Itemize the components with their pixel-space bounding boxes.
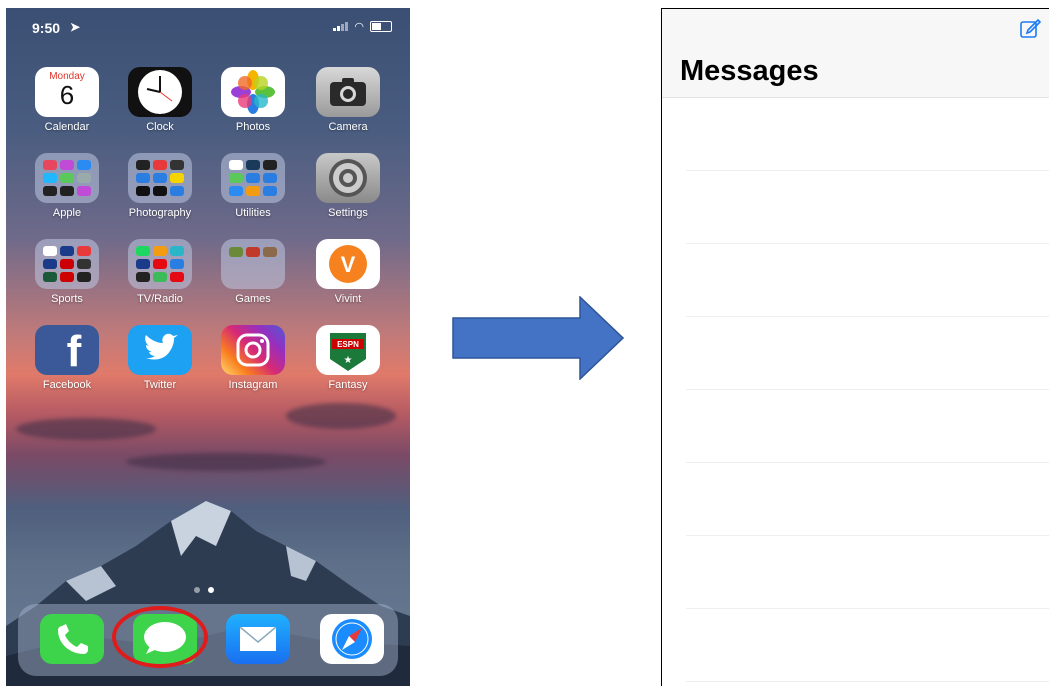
photos-icon [221, 67, 285, 117]
app-label: Facebook [42, 379, 92, 391]
cloud-shape [286, 403, 396, 429]
conversation-row[interactable] [686, 171, 1049, 244]
app-settings[interactable]: Settings [308, 153, 388, 219]
app-label: Utilities [235, 207, 271, 219]
conversation-row[interactable] [686, 609, 1049, 682]
app-label: Sports [51, 293, 83, 305]
espn-fantasy-icon: ESPN ★ [316, 325, 380, 375]
battery-icon [370, 21, 392, 32]
folder-icon [35, 239, 99, 289]
app-clock[interactable]: Clock [120, 67, 200, 133]
folder-icon [221, 239, 285, 289]
instagram-icon [221, 325, 285, 375]
phone-home-screen: 9:50 ➤ ◠ Monday 6 Calendar Clock Photos … [6, 8, 410, 686]
folder-icon [35, 153, 99, 203]
app-label: Instagram [228, 379, 278, 391]
dock [18, 604, 398, 676]
app-calendar[interactable]: Monday 6 Calendar [27, 67, 107, 133]
conversation-row[interactable] [686, 536, 1049, 609]
twitter-bird-icon [128, 325, 192, 375]
svg-text:★: ★ [344, 355, 353, 366]
messages-screen: Messages [661, 8, 1049, 686]
app-label: TV/Radio [137, 293, 183, 305]
app-photos[interactable]: Photos [213, 67, 293, 133]
app-instagram[interactable]: Instagram [213, 325, 293, 391]
svg-text:ESPN: ESPN [337, 340, 359, 349]
app-twitter[interactable]: Twitter [120, 325, 200, 391]
cloud-shape [16, 418, 156, 440]
app-fantasy[interactable]: ESPN ★ Fantasy [308, 325, 388, 391]
folder-sports[interactable]: Sports [27, 239, 107, 305]
page-dot-active [208, 587, 214, 593]
app-label: Vivint [334, 293, 362, 305]
conversation-row[interactable] [686, 244, 1049, 317]
app-label: Games [235, 293, 271, 305]
page-indicator[interactable] [194, 587, 214, 593]
app-label: Settings [328, 207, 368, 219]
facebook-icon: f [35, 325, 99, 375]
vivint-icon: V [316, 239, 380, 289]
folder-apple[interactable]: Apple [27, 153, 107, 219]
folder-photography[interactable]: Photography [120, 153, 200, 219]
conversation-row[interactable] [686, 463, 1049, 536]
folder-icon [128, 153, 192, 203]
messages-highlight-circle [112, 606, 208, 668]
app-label: Camera [328, 121, 368, 133]
conversation-row[interactable] [686, 390, 1049, 463]
gear-icon [316, 153, 380, 203]
phone-icon[interactable] [40, 614, 104, 664]
folder-games[interactable]: Games [213, 239, 293, 305]
status-time: 9:50 [32, 20, 61, 36]
page-dot [194, 587, 200, 593]
camera-icon [316, 67, 380, 117]
app-label: Fantasy [328, 379, 368, 391]
conversation-row[interactable] [686, 317, 1049, 390]
signal-icon [333, 22, 349, 31]
app-label: Calendar [44, 121, 90, 133]
cloud-shape [126, 453, 326, 471]
folder-icon [128, 239, 192, 289]
app-label: Photos [235, 121, 271, 133]
app-label: Photography [128, 207, 192, 219]
mail-icon[interactable] [226, 614, 290, 664]
app-label: Apple [52, 207, 82, 219]
facebook-glyph: f [66, 327, 82, 375]
app-label: Twitter [143, 379, 177, 391]
folder-tv-radio[interactable]: TV/Radio [120, 239, 200, 305]
safari-icon[interactable] [320, 614, 384, 664]
app-camera[interactable]: Camera [308, 67, 388, 133]
app-label: Clock [146, 121, 174, 133]
location-arrow-icon: ➤ [70, 20, 81, 34]
status-bar: 9:50 ➤ ◠ [6, 8, 410, 44]
app-facebook[interactable]: f Facebook [27, 325, 107, 391]
svg-text:V: V [341, 252, 356, 277]
calendar-icon: Monday 6 [35, 67, 99, 117]
page-title: Messages [680, 55, 819, 87]
wifi-icon: ◠ [354, 21, 364, 33]
conversation-row[interactable] [686, 98, 1049, 171]
folder-utilities[interactable]: Utilities [213, 153, 293, 219]
calendar-date: 6 [59, 80, 75, 110]
right-arrow-icon [452, 296, 624, 380]
clock-icon [128, 67, 192, 117]
app-vivint[interactable]: V Vivint [308, 239, 388, 305]
messages-header: Messages [662, 9, 1049, 98]
compose-icon[interactable] [1019, 17, 1041, 39]
folder-icon [221, 153, 285, 203]
